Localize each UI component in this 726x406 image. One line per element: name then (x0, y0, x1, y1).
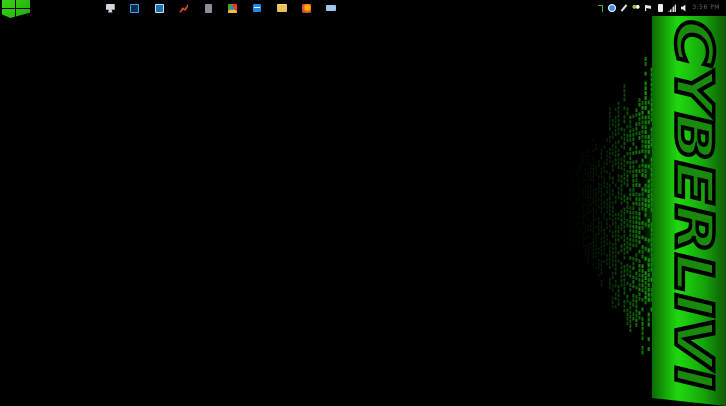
tray-blue-circle[interactable] (608, 3, 616, 13)
taskbar-app-file-explorer[interactable] (270, 2, 295, 14)
taskbar-app-internet-explorer[interactable] (245, 2, 270, 14)
taskbar-app-keyboard[interactable] (319, 2, 344, 14)
green-corner-icon (597, 4, 603, 12)
notepad-icon (204, 3, 212, 13)
flag-icon (645, 5, 651, 11)
speaker-icon (680, 4, 686, 12)
pinned-apps (98, 2, 343, 14)
windows-logo-icon[interactable] (2, 0, 30, 18)
tray-flag[interactable] (644, 3, 652, 13)
tray-phone[interactable] (656, 3, 664, 13)
image-viewer-icon (154, 3, 164, 13)
taskbar-app-computer[interactable] (98, 2, 123, 14)
taskbar: 3:56 PM (0, 0, 726, 18)
tray-volume[interactable] (680, 3, 688, 13)
tray-signal[interactable] (668, 3, 676, 13)
signal-icon (668, 4, 676, 12)
internet-explorer-icon (253, 4, 262, 12)
keyboard-icon (325, 5, 336, 11)
red-tool-icon (179, 3, 189, 13)
matrix-wallpaper: CYBERLIVI (560, 0, 726, 406)
taskbar-app-firefox[interactable] (294, 2, 319, 14)
tray-green-corner[interactable] (596, 3, 604, 13)
taskbar-app-photoshop[interactable] (123, 2, 148, 14)
photoshop-icon (130, 3, 140, 13)
taskbar-app-image-viewer[interactable] (147, 2, 172, 14)
desktop: 3:56 PM CYBERLIVI (0, 0, 726, 406)
system-tray (596, 3, 688, 13)
taskbar-clock[interactable]: 3:56 PM (692, 4, 720, 11)
taskbar-app-notepad[interactable] (196, 2, 221, 14)
tray-people[interactable] (632, 3, 640, 13)
chrome-icon (228, 3, 238, 13)
phone-icon (657, 4, 663, 12)
taskbar-app-red-tool[interactable] (172, 2, 197, 14)
tray-pen[interactable] (620, 3, 628, 13)
cyberlivi-logo: CYBERLIVI (663, 20, 723, 390)
people-icon (632, 4, 640, 12)
firefox-icon (301, 3, 311, 13)
pen-icon (620, 4, 628, 12)
taskbar-app-chrome[interactable] (221, 2, 246, 14)
blue-circle-icon (608, 4, 616, 12)
computer-icon (105, 3, 115, 13)
file-explorer-icon (276, 4, 287, 12)
